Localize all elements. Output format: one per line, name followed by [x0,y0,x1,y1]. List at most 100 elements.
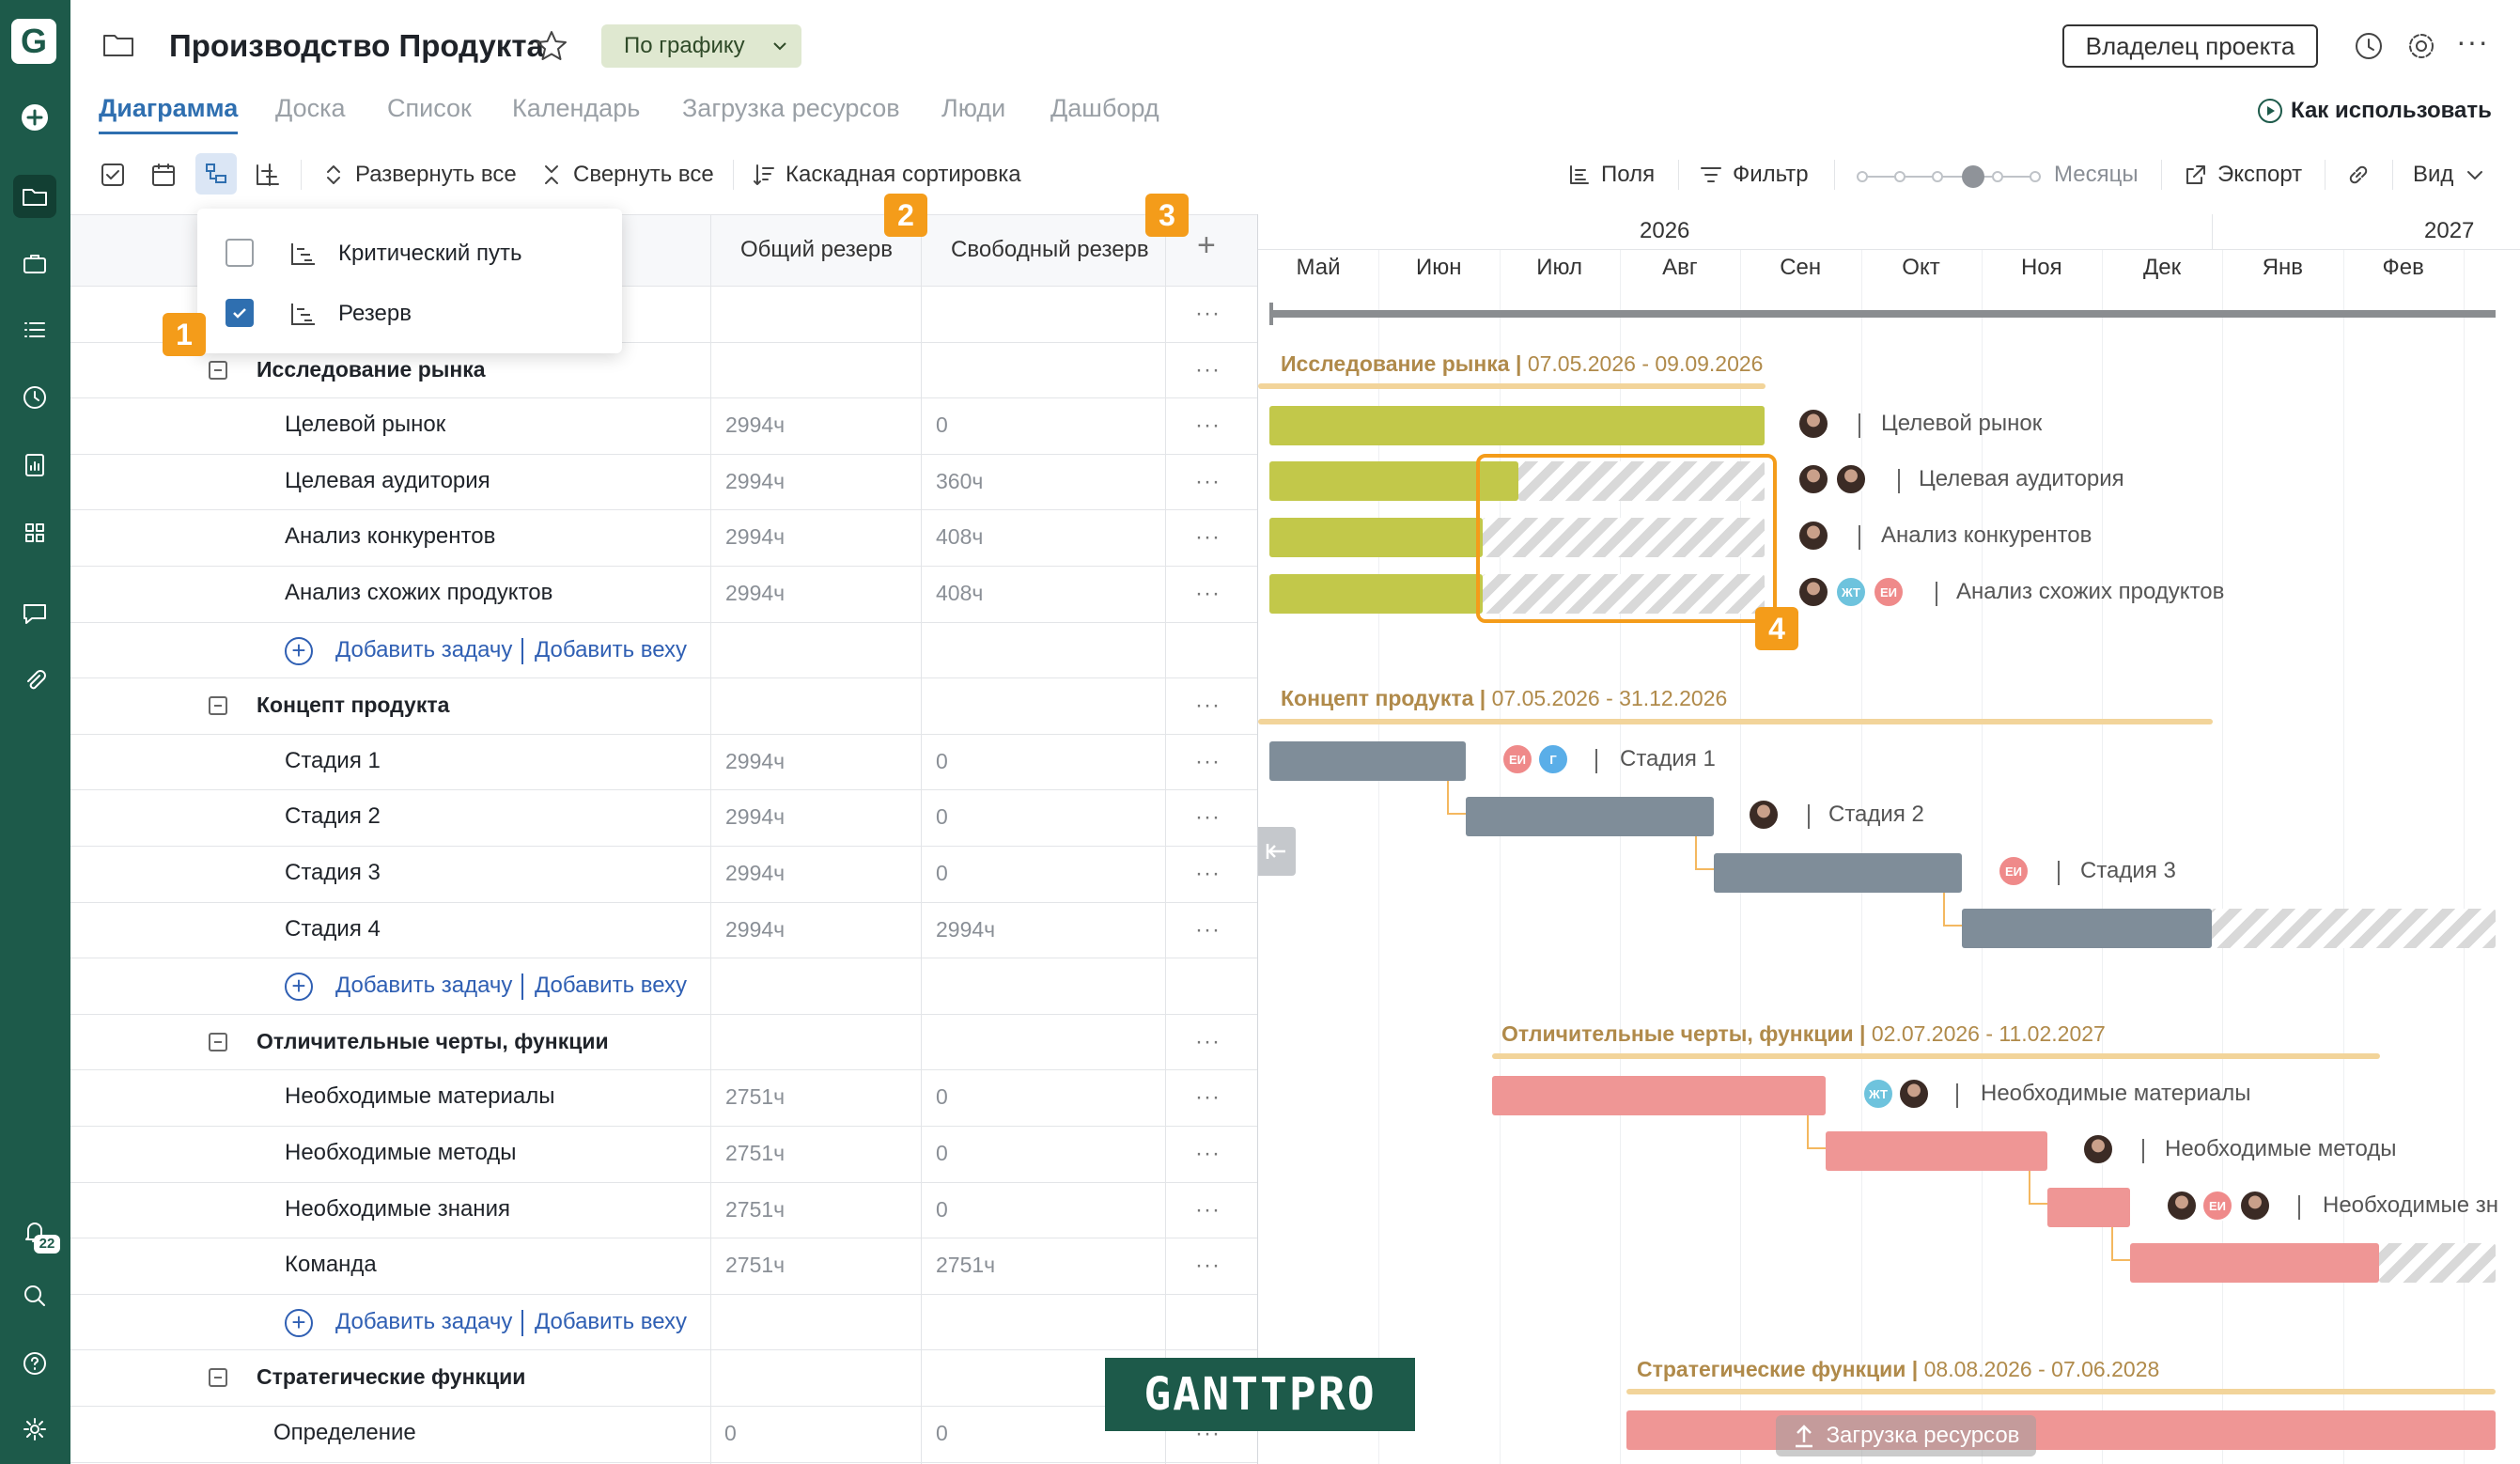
row-menu-icon[interactable]: ··· [1195,918,1221,941]
task-bar[interactable] [1826,1131,2047,1171]
collapse-toggle[interactable] [209,696,227,716]
collapse-toggle[interactable] [209,360,227,380]
link-icon[interactable] [2345,162,2372,193]
owner-button[interactable]: Владелец проекта [2062,24,2318,68]
row-menu-icon[interactable]: ··· [1195,806,1221,829]
star-icon[interactable] [534,28,569,69]
column-header-total-slack[interactable]: Общий резерв [740,236,893,264]
more-icon[interactable]: ··· [2456,24,2489,59]
avatar[interactable] [1797,463,1829,495]
add-circle-icon[interactable]: + [285,1308,313,1337]
add-task-link[interactable]: Добавить задачу [335,1308,512,1336]
apps-icon[interactable] [13,511,56,554]
task-bar[interactable] [1714,853,1962,893]
add-column-icon[interactable]: + [1197,227,1216,264]
add-circle-icon[interactable]: + [285,973,313,1002]
row-menu-icon[interactable]: ··· [1195,863,1221,885]
task-bar[interactable] [1269,518,1483,557]
tab-workload[interactable]: Загрузка ресурсов [682,94,900,123]
row-menu-icon[interactable]: ··· [1195,583,1221,605]
view-button[interactable]: Вид [2413,162,2487,188]
avatar[interactable] [2239,1190,2271,1222]
avatar[interactable]: ЕИ [2201,1190,2233,1222]
critical-path-checkbox[interactable] [226,239,254,267]
add-circle-icon[interactable]: + [285,636,313,665]
avatar[interactable]: ЖТ [1835,576,1867,608]
task-bar[interactable] [2130,1243,2379,1283]
column-header-free-slack[interactable]: Свободный резерв [951,236,1149,264]
zoom-slider[interactable] [1857,165,2041,188]
avatar[interactable] [1748,799,1780,831]
add-task-link[interactable]: Добавить задачу [335,636,512,664]
ganttpro-logo[interactable]: G [11,19,56,64]
add-task-link[interactable]: Добавить задачу [335,972,512,1000]
clock-icon[interactable] [13,376,56,419]
row-menu-icon[interactable]: ··· [1195,414,1221,437]
gear-icon[interactable] [2405,30,2437,67]
cascade-sort-button[interactable]: Каскадная сортировка [752,162,1021,188]
tab-diagram[interactable]: Диаграмма [99,94,238,123]
add-milestone-link[interactable]: Добавить веху [535,972,687,1000]
baseline-tool-icon[interactable] [254,162,282,193]
slack-option[interactable]: Резерв [226,295,601,333]
chat-icon[interactable] [13,592,56,635]
row-menu-icon[interactable]: ··· [1195,303,1221,325]
task-bar[interactable] [1269,741,1466,781]
list-icon[interactable] [13,308,56,351]
collapse-toggle[interactable] [209,1368,227,1388]
export-button[interactable]: Экспорт [2184,162,2302,188]
add-milestone-link[interactable]: Добавить веху [535,1308,687,1336]
tab-list[interactable]: Список [387,94,472,123]
add-milestone-link[interactable]: Добавить веху [535,636,687,664]
folder-icon[interactable] [13,175,56,218]
briefcase-icon[interactable] [13,242,56,286]
avatar[interactable] [2082,1133,2114,1165]
task-bar[interactable] [1466,797,1714,836]
avatar[interactable] [1797,576,1829,608]
row-menu-icon[interactable]: ··· [1195,694,1221,717]
tab-calendar[interactable]: Календарь [512,94,640,123]
how-to-use-link[interactable]: Как использовать [2257,98,2492,124]
collapse-all-button[interactable]: Свернуть все [539,162,714,188]
row-menu-icon[interactable]: ··· [1195,1198,1221,1221]
fields-button[interactable]: Поля [1567,162,1655,188]
paperclip-icon[interactable] [13,660,56,703]
row-menu-icon[interactable]: ··· [1195,358,1221,381]
status-pill[interactable]: По графику [601,24,801,68]
row-menu-icon[interactable]: ··· [1195,750,1221,772]
collapse-toggle[interactable] [209,1032,227,1051]
task-bar[interactable] [1492,1076,1826,1115]
tab-dashboard[interactable]: Дашборд [1050,94,1159,123]
checkbox-tool-icon[interactable] [100,162,126,193]
critical-path-option[interactable]: Критический путь [226,235,601,273]
zoom-slider-handle[interactable] [1962,165,1984,188]
task-bar[interactable] [1269,406,1765,445]
help-icon[interactable] [13,1342,56,1385]
avatar[interactable]: Г [1537,743,1569,775]
add-icon[interactable] [13,96,56,139]
avatar[interactable]: ЕИ [1501,743,1533,775]
slack-checkbox[interactable] [226,299,254,327]
tab-board[interactable]: Доска [275,94,346,123]
task-bar[interactable] [2047,1188,2130,1227]
collapse-grid-handle[interactable] [1258,827,1296,876]
task-bar[interactable] [1626,1410,2496,1450]
avatar[interactable]: ЕИ [1998,855,2030,887]
avatar[interactable]: ЕИ [1873,576,1905,608]
avatar[interactable] [1898,1078,1930,1110]
row-menu-icon[interactable]: ··· [1195,1254,1221,1277]
slack-view-toggle[interactable] [195,153,237,195]
row-menu-icon[interactable]: ··· [1195,470,1221,492]
task-bar[interactable] [1962,909,2212,948]
avatar[interactable] [1797,520,1829,552]
avatar[interactable] [1835,463,1867,495]
expand-all-button[interactable]: Развернуть все [321,162,517,188]
avatar[interactable] [1797,408,1829,440]
search-icon[interactable] [13,1274,56,1317]
task-bar[interactable] [1269,574,1483,614]
row-menu-icon[interactable]: ··· [1195,1086,1221,1109]
avatar[interactable]: ЖТ [1862,1078,1894,1110]
row-menu-icon[interactable]: ··· [1195,526,1221,549]
tab-people[interactable]: Люди [941,94,1005,123]
avatar[interactable] [2166,1190,2198,1222]
